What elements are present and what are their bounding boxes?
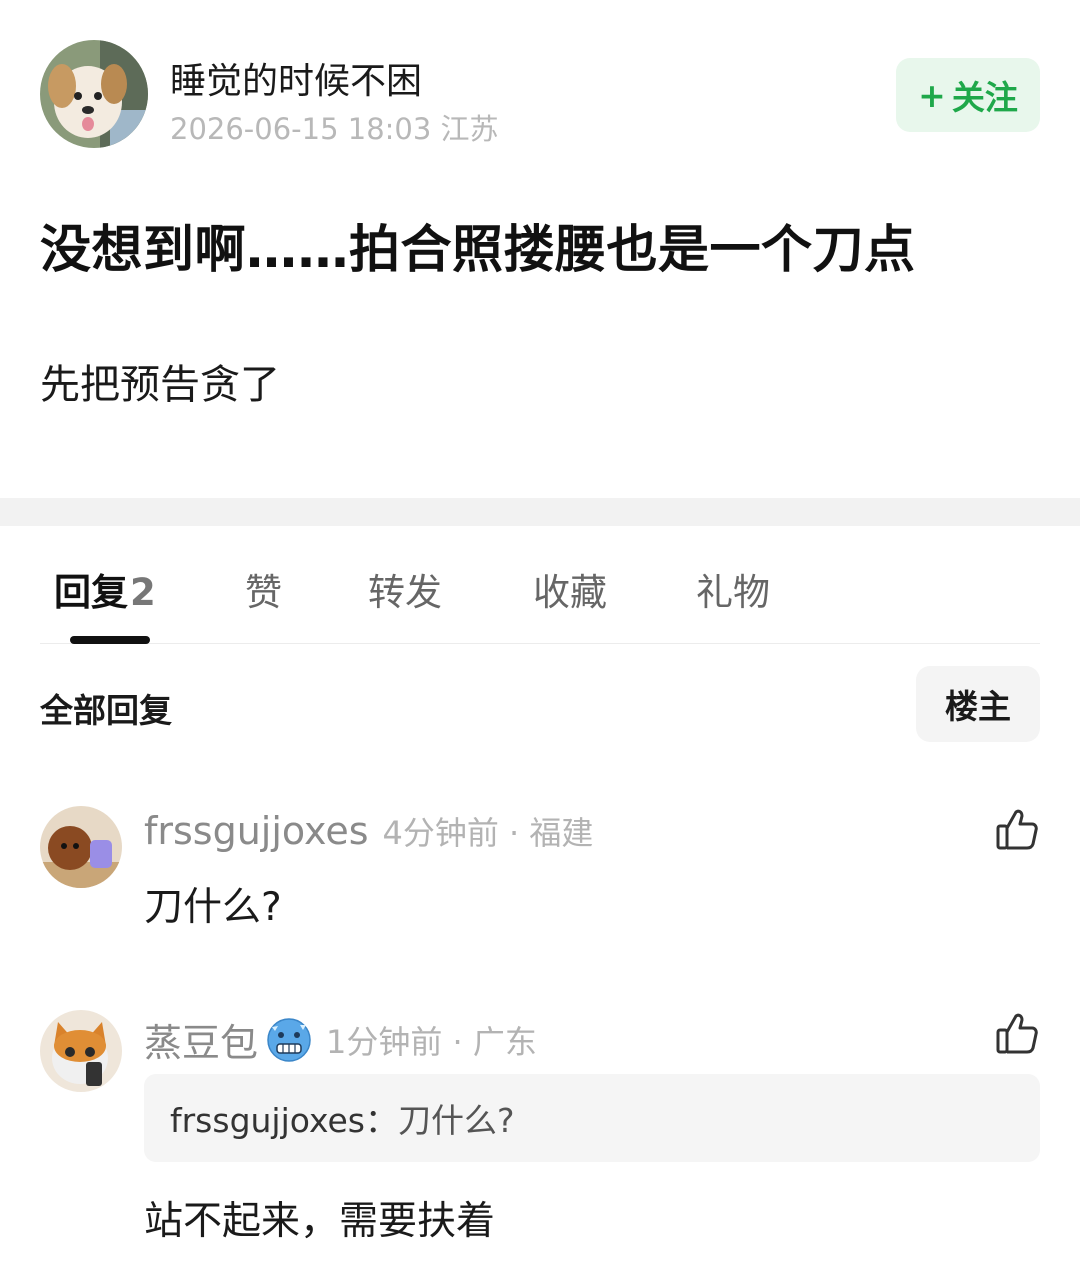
author-name[interactable]: 睡觉的时候不困 [170,52,422,104]
post-title: 没想到啊……拍合照搂腰也是一个刀点 [40,221,916,280]
tab-replies-label: 回复 [54,571,128,614]
author-avatar[interactable] [40,40,148,148]
all-replies-title: 全部回复 [40,691,172,730]
tab-favorites[interactable]: 收藏 [533,562,607,616]
comment-item: 蒸豆包 1分钟前 · 广东 frssgujjoxes： 刀什么? 站不起来，需要… [40,1010,1040,1250]
follow-label: 关注 [951,78,1018,117]
comment-item: frssgujjoxes 4分钟前 · 福建 刀什么? [40,806,1040,946]
commenter-avatar[interactable] [40,1010,122,1092]
dog-avatar-icon [40,40,148,148]
thumbs-up-icon[interactable] [994,806,1040,852]
op-only-filter-button[interactable]: 楼主 [916,666,1040,742]
quoted-reply[interactable]: frssgujjoxes： 刀什么? [144,1074,1040,1162]
puppy-avatar-icon [40,806,122,888]
commenter-name[interactable]: 蒸豆包 [144,1012,258,1067]
active-tab-indicator [70,636,150,644]
quoted-user: frssgujjoxes： [170,1101,398,1140]
tab-reposts[interactable]: 转发 [368,562,442,616]
tab-replies-count: 2 [130,571,156,614]
comment-text[interactable]: 站不起来，需要扶着 [144,1190,495,1246]
post-header: 睡觉的时候不困 2026-06-15 18:03 江苏 + 关注 [40,40,1040,150]
comment-text[interactable]: 刀什么? [144,876,282,932]
quoted-text: 刀什么? [397,1101,515,1140]
section-divider [0,498,1080,526]
comment-time-location: 4分钟前 · 福建 [382,814,594,852]
post-timestamp-location: 2026-06-15 18:03 江苏 [170,112,499,146]
post-tabs: 回复2 赞 转发 收藏 礼物 [40,526,1040,644]
cold-face-emoji-icon [266,1017,312,1063]
follow-button[interactable]: + 关注 [896,58,1040,132]
commenter-avatar[interactable] [40,806,122,888]
commenter-name[interactable]: frssgujjoxes [144,809,369,853]
thumbs-up-icon[interactable] [994,1010,1040,1056]
cat-avatar-icon [40,1010,122,1092]
comment-header: 蒸豆包 1分钟前 · 广东 [144,1012,537,1067]
plus-icon: + [918,75,946,115]
tab-likes[interactable]: 赞 [245,562,282,616]
comment-header: frssgujjoxes 4分钟前 · 福建 [144,808,593,854]
comment-time-location: 1分钟前 · 广东 [326,1022,537,1061]
post-body: 先把预告贪了 [40,362,280,408]
tab-gifts[interactable]: 礼物 [696,562,770,616]
tab-replies[interactable]: 回复2 [54,562,156,616]
